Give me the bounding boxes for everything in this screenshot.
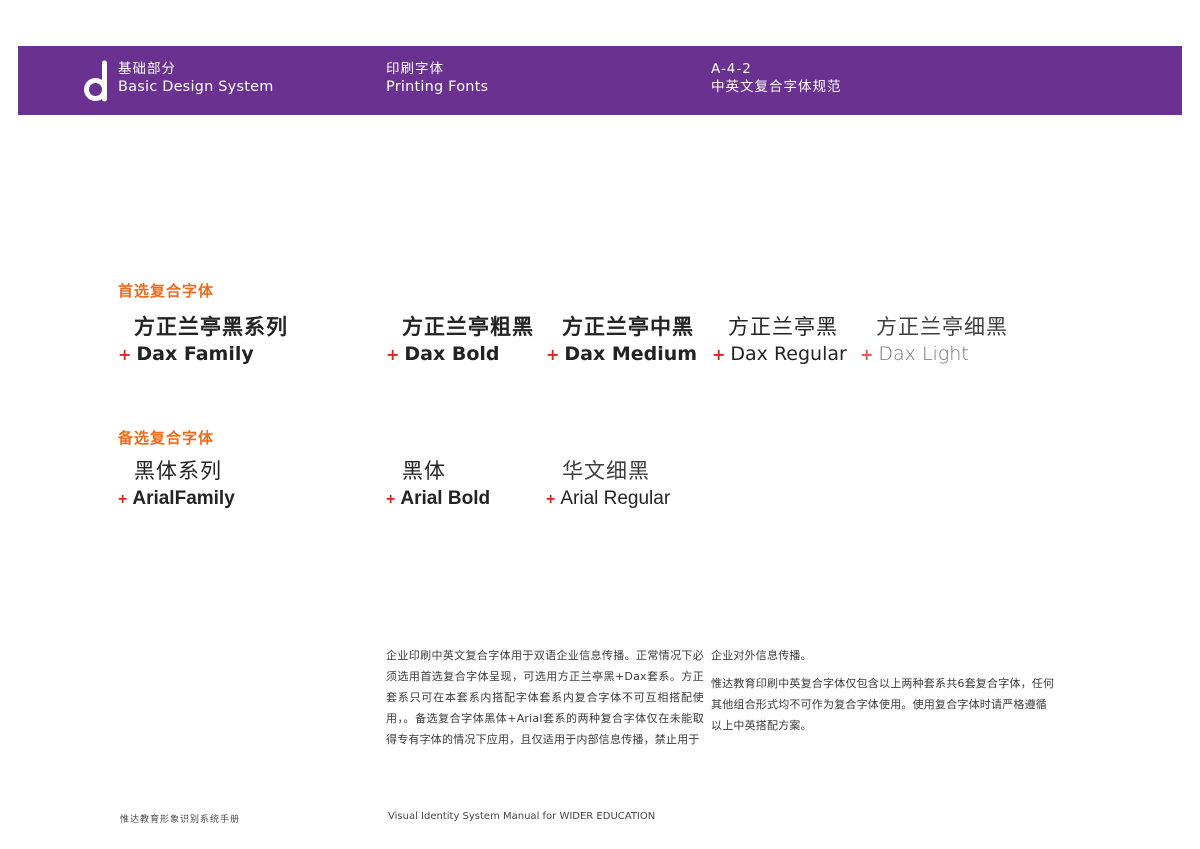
font-sample-zh-name: 方正兰亭黑系列 (118, 313, 288, 341)
footer-manual-title-zh: 惟达教育形象识别系统手册 (120, 812, 240, 825)
usage-note-paragraph-continued: 企业对外信息传播。 (711, 645, 1055, 666)
preferred-fonts-heading: 首选复合字体 (118, 280, 214, 301)
font-sample-en-label: Dax Light (878, 341, 968, 368)
plus-mark: + (386, 341, 399, 368)
font-sample-en-label: Dax Medium (564, 341, 697, 368)
usage-note-column-right: 企业对外信息传播。 惟达教育印刷中英复合字体仅包含以上两种套系共6套复合字体，任… (711, 645, 1055, 736)
font-sample-zh-name: 方正兰亭粗黑 (386, 313, 534, 341)
header-chapter-zh: 印刷字体 (386, 61, 488, 79)
font-sample-arial-bold: 黑体 + Arial Bold (386, 457, 490, 513)
font-sample-en-name: + Dax Bold (386, 341, 534, 368)
page-code: A-4-2 (711, 61, 842, 79)
font-sample-en-name: + Dax Light (860, 341, 1008, 368)
font-sample-en-name: + Arial Bold (386, 485, 490, 513)
font-sample-en-label: Dax Regular (730, 341, 846, 368)
alternate-fonts-heading: 备选复合字体 (118, 427, 214, 448)
header-section-zh: 基础部分 (118, 61, 274, 79)
plus-mark: + (386, 486, 395, 513)
font-sample-arial-regular: 华文细黑 + Arial Regular (546, 457, 670, 513)
font-sample-en-name: + Arial Regular (546, 485, 670, 513)
font-sample-arial-family: 黑体系列 + ArialFamily (118, 457, 235, 513)
font-sample-dax-regular: 方正兰亭黑 + Dax Regular (712, 313, 847, 368)
font-sample-zh-name: 方正兰亭黑 (712, 313, 847, 341)
font-sample-en-name: + Dax Regular (712, 341, 847, 368)
plus-mark: + (546, 341, 559, 368)
font-sample-en-name: + Dax Family (118, 341, 288, 368)
plus-mark: + (118, 486, 127, 513)
font-sample-en-name: + ArialFamily (118, 485, 235, 513)
header-page-code: A-4-2 中英文复合字体规范 (711, 61, 842, 96)
font-sample-dax-family: 方正兰亭黑系列 + Dax Family (118, 313, 288, 368)
font-sample-zh-name: 华文细黑 (546, 457, 670, 485)
usage-note-column-left: 企业印刷中英文复合字体用于双语企业信息传播。正常情况下必须选用首选复合字体呈现，… (386, 645, 704, 750)
font-sample-zh-name: 方正兰亭细黑 (860, 313, 1008, 341)
page-subtitle: 中英文复合字体规范 (711, 79, 842, 97)
plus-mark: + (546, 486, 555, 513)
plus-mark: + (118, 341, 131, 368)
footer-manual-title-en: Visual Identity System Manual for WIDER … (388, 811, 655, 822)
manual-page: { "colors": { "purple": "#6B3191", "oran… (0, 0, 1200, 849)
font-sample-en-label: Dax Family (136, 341, 253, 368)
font-sample-en-label: Dax Bold (404, 341, 499, 368)
font-sample-en-label: ArialFamily (132, 485, 234, 512)
header-section-basic: 基础部分 Basic Design System (118, 61, 274, 96)
font-sample-zh-name: 黑体 (386, 457, 490, 485)
header-chapter-en: Printing Fonts (386, 79, 488, 97)
brand-letter-a-icon (84, 60, 108, 102)
font-sample-en-label: Arial Regular (560, 485, 670, 512)
usage-note-paragraph-summary: 惟达教育印刷中英复合字体仅包含以上两种套系共6套复合字体，任何其他组合形式均不可… (711, 673, 1055, 736)
font-sample-en-label: Arial Bold (400, 485, 490, 512)
font-sample-dax-bold: 方正兰亭粗黑 + Dax Bold (386, 313, 534, 368)
font-sample-dax-light: 方正兰亭细黑 + Dax Light (860, 313, 1008, 368)
usage-note-paragraph: 企业印刷中英文复合字体用于双语企业信息传播。正常情况下必须选用首选复合字体呈现，… (386, 645, 704, 750)
font-sample-zh-name: 黑体系列 (118, 457, 235, 485)
font-sample-en-name: + Dax Medium (546, 341, 697, 368)
plus-mark: + (712, 341, 725, 368)
font-sample-zh-name: 方正兰亭中黑 (546, 313, 697, 341)
header-section-en: Basic Design System (118, 79, 274, 97)
font-sample-dax-medium: 方正兰亭中黑 + Dax Medium (546, 313, 697, 368)
header-bar: 基础部分 Basic Design System 印刷字体 Printing F… (18, 46, 1182, 115)
plus-mark: + (860, 341, 873, 368)
header-chapter-printing-fonts: 印刷字体 Printing Fonts (386, 61, 488, 96)
